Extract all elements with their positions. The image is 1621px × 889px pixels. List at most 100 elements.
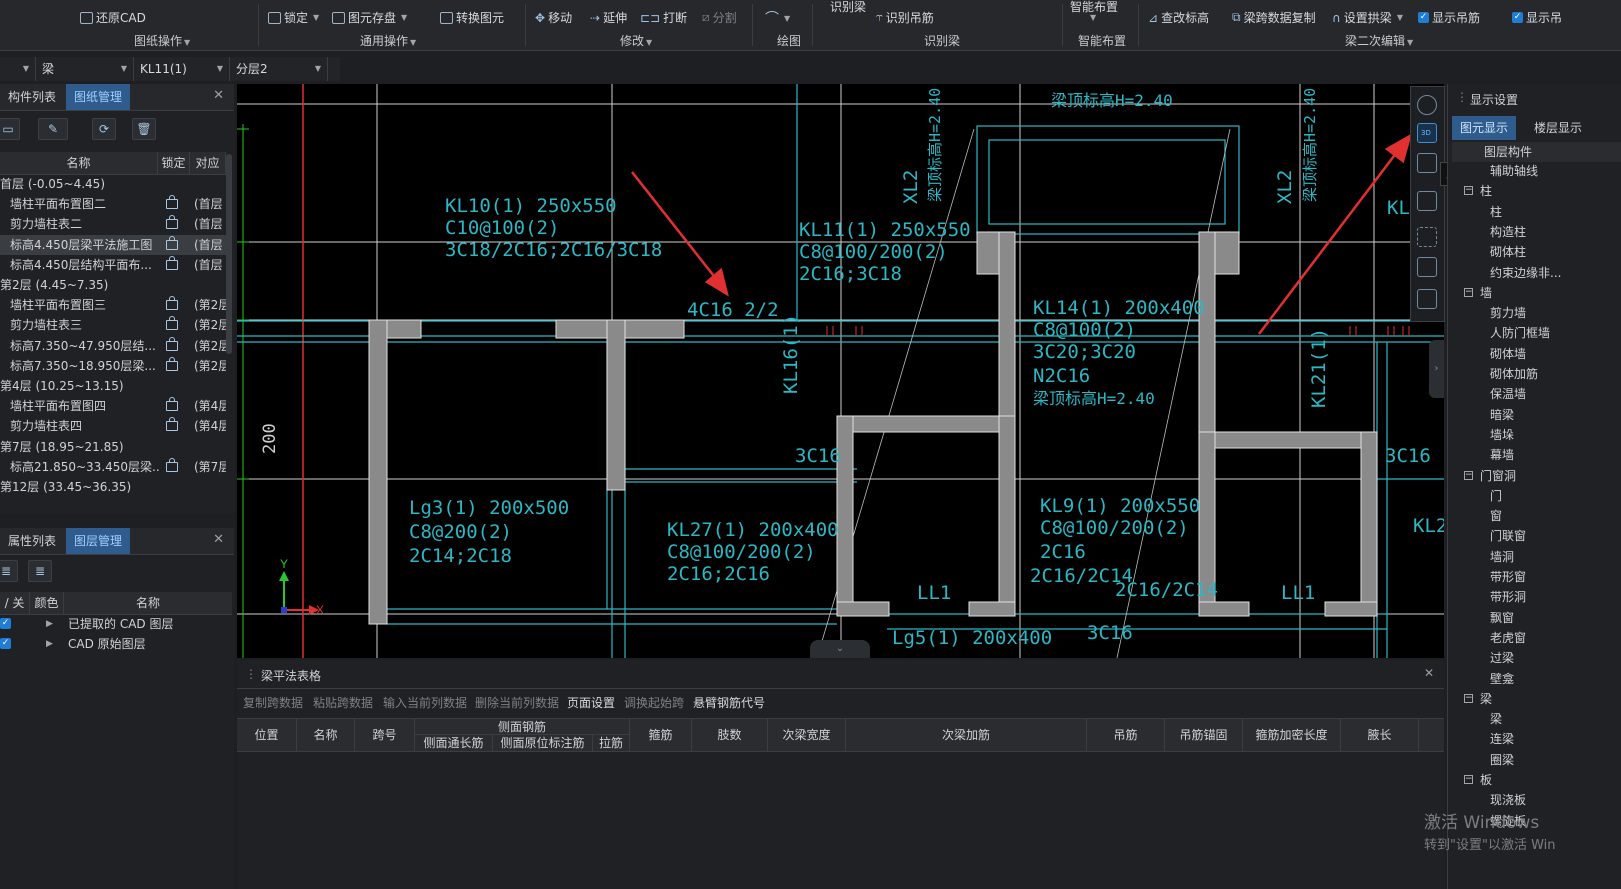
checkbox-checked-icon[interactable]: ✓ bbox=[0, 618, 11, 629]
layer-row[interactable]: ✓ ▶ 已提取的 CAD 图层 bbox=[0, 614, 232, 634]
collapse-bottom-handle[interactable]: ⌄ bbox=[810, 640, 870, 658]
delete-drawing-button[interactable]: 🗑 bbox=[132, 118, 156, 140]
caret-down-icon[interactable]: ▼ bbox=[1090, 13, 1096, 22]
tree-item[interactable]: 梁 bbox=[1490, 710, 1502, 727]
floor-group-row[interactable]: 第7层 (18.95~21.85) bbox=[0, 437, 226, 457]
add-drawing-button[interactable]: ▭ bbox=[0, 118, 20, 140]
layer-dropdown[interactable]: 分层2 ▼ bbox=[232, 57, 328, 81]
close-icon[interactable]: ✕ bbox=[1424, 666, 1434, 680]
3d-view-button[interactable]: 3D bbox=[1417, 123, 1437, 143]
lock-button[interactable]: 锁定 ▼ bbox=[268, 9, 319, 26]
lock-icon[interactable] bbox=[166, 457, 178, 472]
lock-icon[interactable] bbox=[166, 255, 178, 270]
checkbox-checked-icon[interactable]: ✓ bbox=[0, 638, 11, 649]
show-hanger-checkbox[interactable]: ✓ 显示吊筋 bbox=[1418, 9, 1480, 26]
layer-tool-button-1[interactable]: ≣ bbox=[0, 560, 18, 582]
tree-item[interactable]: 飘窗 bbox=[1490, 609, 1514, 626]
tree-item[interactable]: 过梁 bbox=[1490, 649, 1514, 666]
tree-item[interactable]: 砌体柱 bbox=[1490, 243, 1526, 260]
drawing-row[interactable]: 墙柱平面布置图三 (第2层 bbox=[0, 295, 226, 315]
collapse-tree-icon[interactable]: − bbox=[1464, 186, 1473, 196]
set-arch-beam-button[interactable]: ∩ 设置拱梁 ▼ bbox=[1332, 9, 1403, 26]
lock-icon[interactable] bbox=[166, 195, 178, 210]
tab-component-list[interactable]: 构件列表 bbox=[0, 84, 64, 110]
tree-item[interactable]: 构造柱 bbox=[1490, 223, 1526, 240]
cantilever-rebar-code-button[interactable]: 悬臂钢筋代号 bbox=[693, 694, 765, 711]
drag-handle-icon[interactable]: ⋮ bbox=[1456, 90, 1468, 104]
lock-icon[interactable] bbox=[166, 296, 178, 311]
drawing-row[interactable]: 剪力墙柱表四 (第4层 bbox=[0, 416, 226, 436]
tree-item[interactable]: 暗梁 bbox=[1490, 406, 1514, 423]
split-button[interactable]: ⧄ 分割 bbox=[702, 9, 737, 26]
collapse-right-handle[interactable]: › bbox=[1429, 340, 1444, 398]
collapse-tree-icon[interactable]: − bbox=[1464, 693, 1473, 703]
box-view-button[interactable] bbox=[1417, 153, 1437, 173]
break-button[interactable]: ⊏⊐ 打断 bbox=[640, 9, 687, 26]
tab-layer-manager[interactable]: 图层管理 bbox=[66, 528, 131, 554]
tree-item[interactable]: 连梁 bbox=[1490, 730, 1514, 747]
show-hanger-2-checkbox[interactable]: ✓ 显示吊 bbox=[1512, 9, 1562, 26]
collapse-tree-icon[interactable]: − bbox=[1464, 775, 1473, 784]
swap-start-span-button[interactable]: 调换起始跨 bbox=[624, 694, 684, 711]
move-button[interactable]: ✥ 移动 bbox=[535, 9, 572, 26]
tree-item[interactable]: 约束边缘非... bbox=[1490, 264, 1561, 281]
tree-item[interactable]: 剪力墙 bbox=[1490, 304, 1526, 321]
tab-floor-display[interactable]: 楼层显示 bbox=[1518, 116, 1598, 140]
lock-icon[interactable] bbox=[166, 316, 178, 331]
tree-item[interactable]: 窗 bbox=[1490, 507, 1502, 524]
collapse-tree-icon[interactable]: − bbox=[1464, 470, 1473, 480]
tree-item[interactable]: 保温墙 bbox=[1490, 385, 1526, 402]
drawing-row[interactable]: 标高4.450层梁平法施工图 (首层 bbox=[0, 234, 226, 255]
convert-element-button[interactable]: 转换图元 bbox=[440, 9, 504, 26]
drawing-row[interactable]: 标高21.850~33.450层梁... (第7层 bbox=[0, 457, 226, 477]
floor-group-row[interactable]: 第2层 (4.45~7.35) bbox=[0, 275, 226, 295]
delete-column-data-button[interactable]: 删除当前列数据 bbox=[475, 694, 559, 711]
floor-group-row[interactable]: 第12层 (33.45~36.35) bbox=[0, 477, 226, 497]
element-dropdown[interactable]: KL11(1) ▼ bbox=[136, 57, 230, 81]
tree-item[interactable]: 门联窗 bbox=[1490, 527, 1526, 544]
tree-item[interactable]: 墙洞 bbox=[1490, 548, 1514, 565]
tree-group[interactable]: 柱 bbox=[1480, 182, 1492, 199]
tree-item[interactable]: 圈梁 bbox=[1490, 751, 1514, 768]
drawing-row[interactable]: 墙柱平面布置图二 (首层 bbox=[0, 194, 226, 214]
tree-item[interactable]: 老虎窗 bbox=[1490, 629, 1526, 646]
collapse-tree-icon[interactable]: − bbox=[1464, 287, 1473, 297]
page-setup-button[interactable]: 页面设置 bbox=[567, 694, 615, 711]
close-icon[interactable]: ✕ bbox=[213, 88, 224, 103]
group-beam-secondary-edit[interactable]: 梁二次编辑 ▼ bbox=[1345, 32, 1413, 49]
tab-drawing-manager[interactable]: 图纸管理 bbox=[66, 84, 131, 110]
input-column-data-button[interactable]: 输入当前列数据 bbox=[383, 694, 467, 711]
drawing-row[interactable]: 剪力墙柱表二 (首层 bbox=[0, 214, 226, 234]
expand-arrow-icon[interactable]: ▶ bbox=[46, 634, 53, 654]
restore-cad-button[interactable]: 还原CAD bbox=[80, 9, 146, 26]
lock-icon[interactable] bbox=[166, 336, 178, 351]
copy-span-data-button[interactable]: 复制跨数据 bbox=[243, 694, 303, 711]
view-settings-button[interactable] bbox=[1417, 289, 1437, 309]
extend-button[interactable]: ⇢ 延伸 bbox=[590, 9, 627, 26]
tree-item[interactable]: 带形窗 bbox=[1490, 568, 1526, 585]
tree-item[interactable]: 门 bbox=[1490, 487, 1502, 504]
tree-group[interactable]: 梁 bbox=[1480, 690, 1492, 707]
tab-element-display[interactable]: 图元显示 bbox=[1452, 116, 1516, 140]
tree-item[interactable]: 幕墙 bbox=[1490, 446, 1514, 463]
drawing-row[interactable]: 标高4.450层结构平面布... (首层 bbox=[0, 255, 226, 275]
layer-tool-button-2[interactable]: ≣ bbox=[28, 560, 52, 582]
tab-property-list[interactable]: 属性列表 bbox=[0, 528, 64, 554]
identify-beam-button[interactable]: 识别梁 bbox=[830, 0, 866, 15]
cube-view-button[interactable] bbox=[1417, 191, 1437, 211]
lock-icon[interactable] bbox=[166, 235, 178, 250]
lock-icon[interactable] bbox=[166, 417, 178, 432]
category-dropdown[interactable]: 梁 ▼ bbox=[38, 57, 134, 81]
drawing-row[interactable]: 标高7.350~18.950层梁... (第2层 bbox=[0, 356, 226, 376]
scrollbar[interactable] bbox=[226, 154, 232, 354]
identify-hanger-button[interactable]: ⥾ 识别吊筋 bbox=[876, 9, 934, 26]
floor-group-row[interactable]: 首层 (-0.05~4.45) bbox=[0, 174, 226, 194]
tree-item[interactable]: 柱 bbox=[1490, 203, 1502, 220]
cad-canvas[interactable]: Y X KL10(1) 250x550 C10@100(2) 3C18/2C16… bbox=[237, 84, 1444, 658]
paste-span-data-button[interactable]: 粘贴跨数据 bbox=[313, 694, 373, 711]
layer-view-button[interactable] bbox=[1417, 257, 1437, 277]
floor-group-row[interactable]: 第4层 (10.25~13.15) bbox=[0, 376, 226, 396]
draw-arc-button[interactable]: ⌒ ▼ bbox=[765, 8, 790, 28]
group-general-ops[interactable]: 通用操作 ▼ bbox=[360, 32, 416, 49]
tree-item[interactable]: 辅助轴线 bbox=[1490, 162, 1538, 179]
